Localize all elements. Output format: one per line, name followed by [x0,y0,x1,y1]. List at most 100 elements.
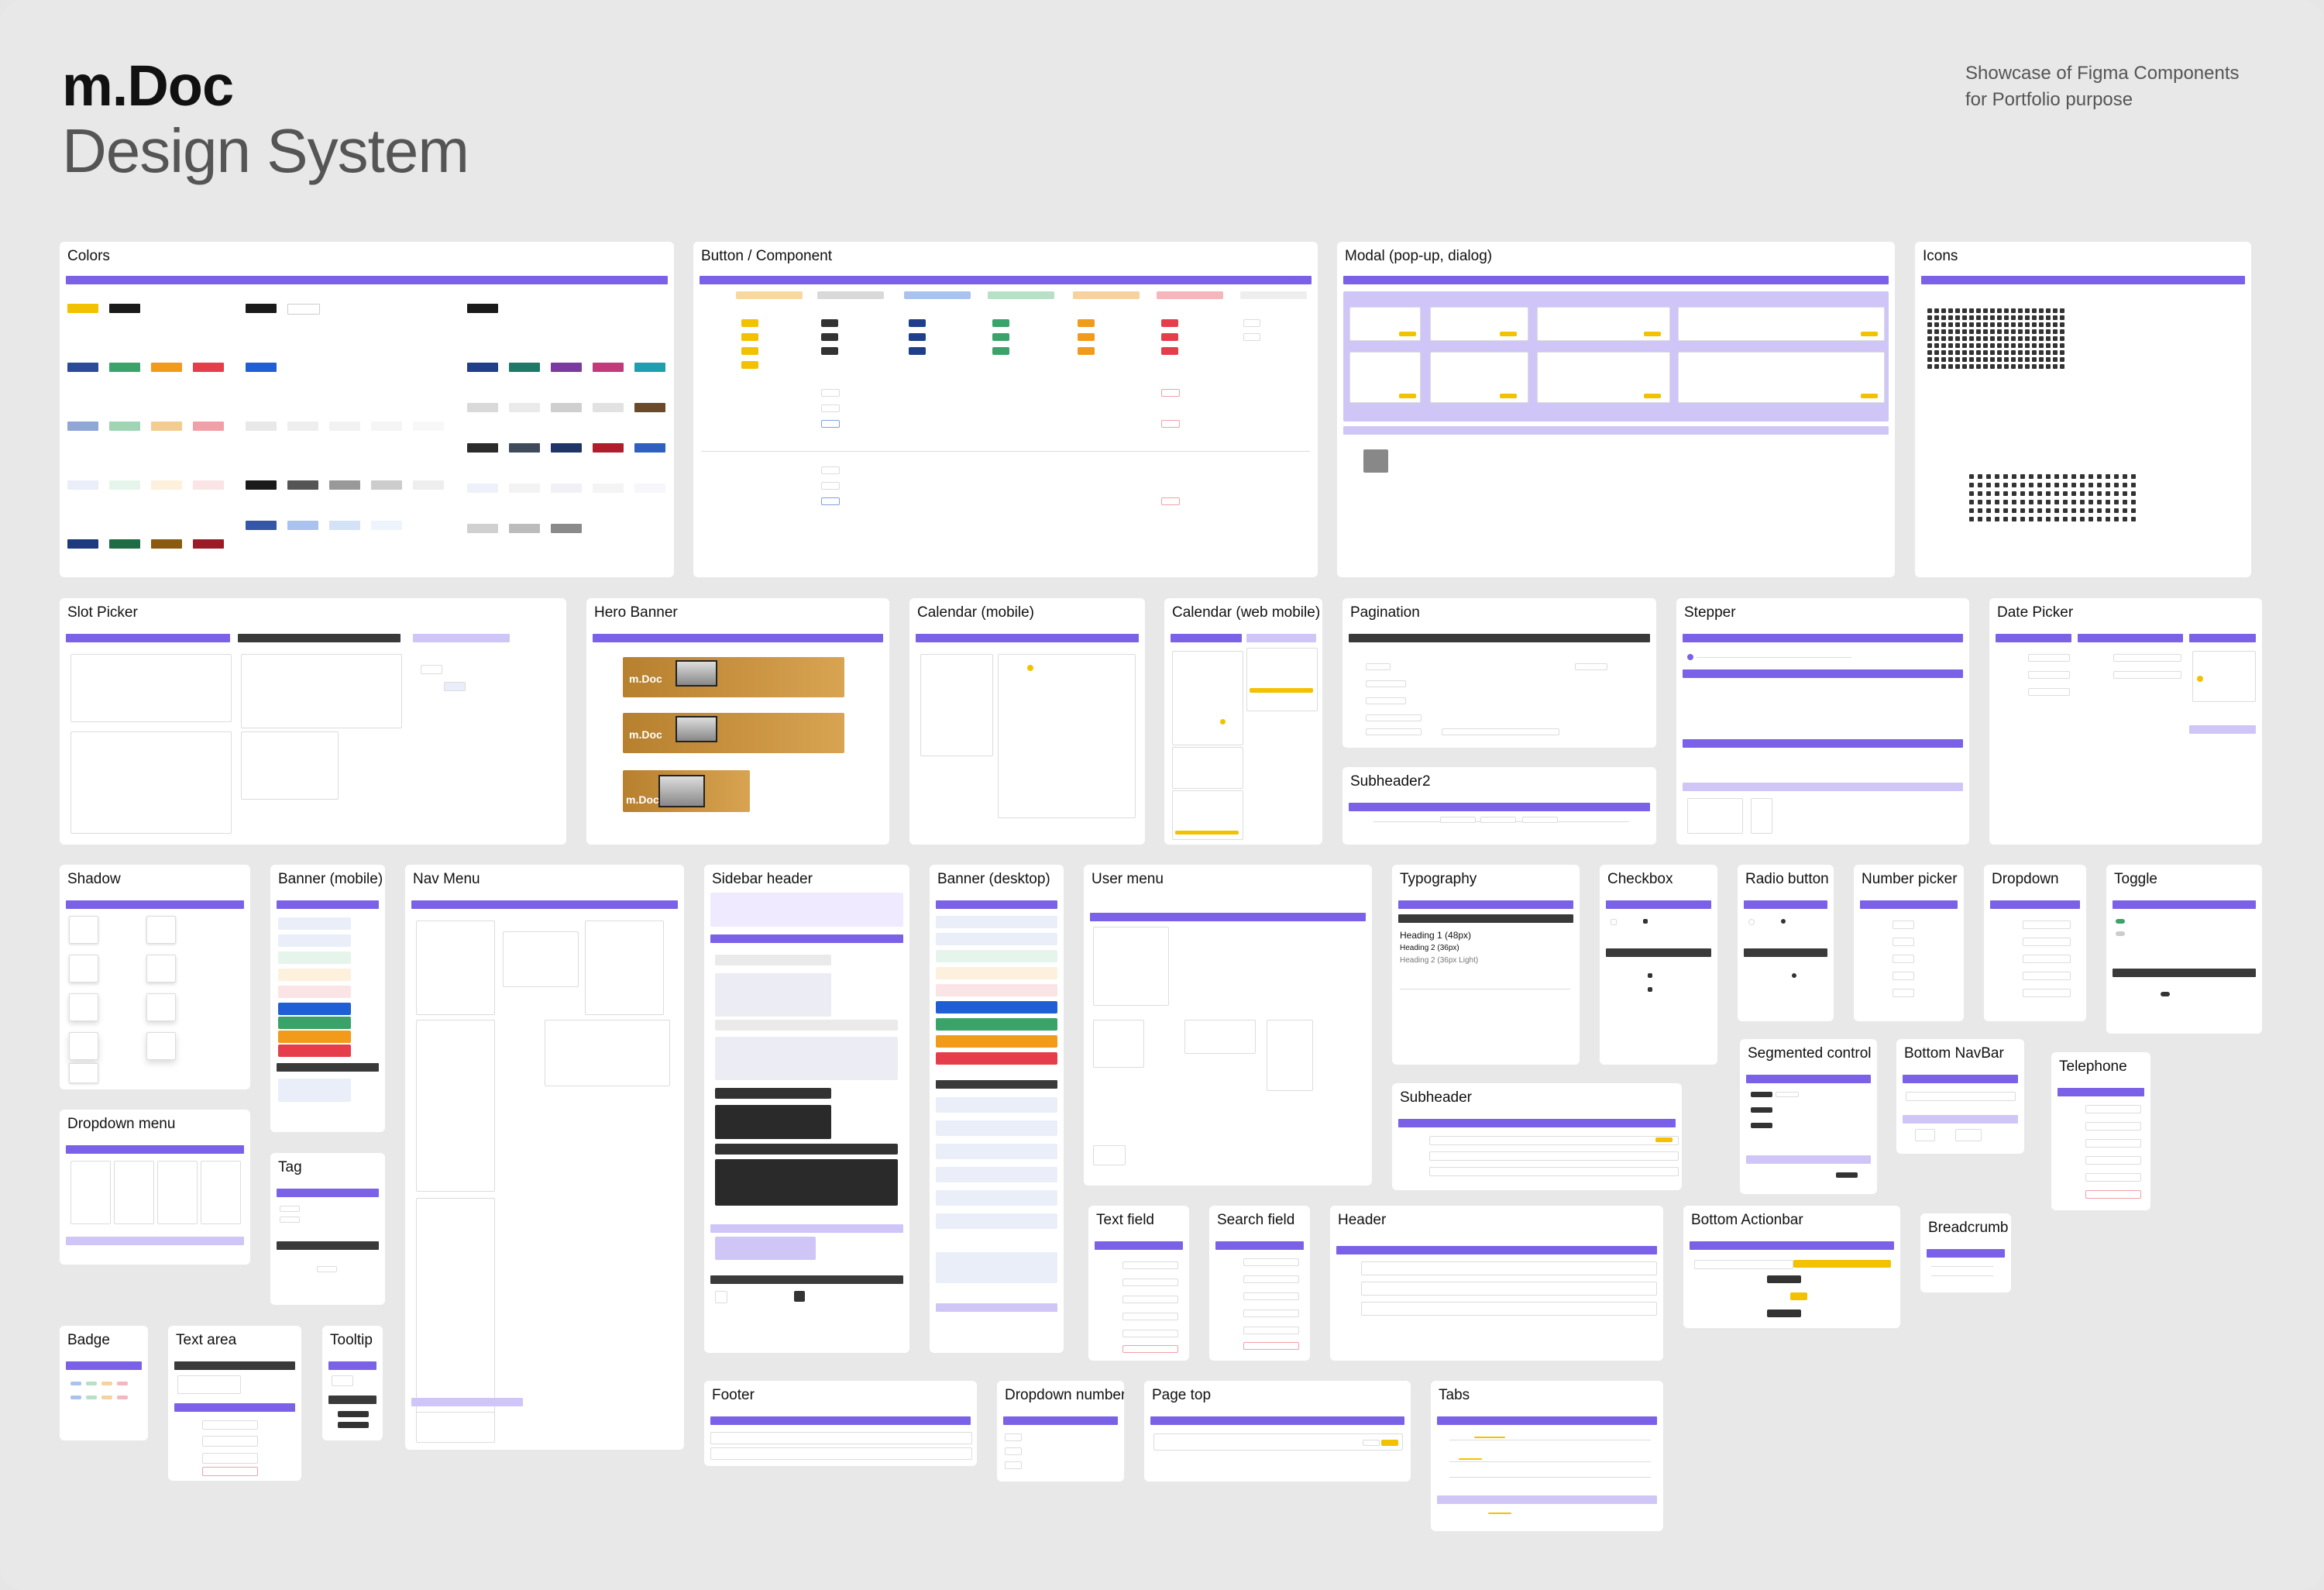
radio-unchecked[interactable] [1748,919,1755,925]
sidebar-header-light-4[interactable] [715,1037,898,1080]
checkbox-variant-2[interactable] [1648,987,1652,992]
text-field-5[interactable] [1122,1330,1178,1337]
calendar-confirm-button[interactable] [1250,688,1313,693]
user-menu-profile[interactable] [1184,1020,1256,1054]
text-area-3[interactable] [202,1453,258,1464]
stepper-card[interactable]: Stepper [1676,598,1969,845]
badge-card[interactable]: Badge [60,1326,148,1440]
btn-primary-4[interactable] [741,361,758,369]
btn-info-2[interactable] [909,333,926,341]
dropdown-menu-4[interactable] [201,1161,241,1224]
colors-card[interactable]: Colors [60,242,674,577]
modal-primary-btn-1[interactable] [1399,332,1416,336]
stepper-variant-2[interactable] [1751,798,1772,834]
calendar-slot-list-1[interactable] [1172,747,1243,789]
date-picker-card[interactable]: Date Picker [1989,598,2262,845]
btn-secondary-1[interactable] [821,319,838,327]
banner-mobile-card[interactable]: Banner (mobile) [270,865,385,1132]
nav-menu-card[interactable]: Nav Menu [405,865,684,1450]
modal-card[interactable]: Modal (pop-up, dialog) [1337,242,1895,577]
search-field-5[interactable] [1243,1327,1299,1334]
shadow-card[interactable]: Shadow [60,865,250,1089]
banner-mobile-error[interactable] [278,986,351,998]
dropdown-menu-3[interactable] [157,1161,198,1224]
search-field-1[interactable] [1243,1258,1299,1266]
search-field-4[interactable] [1243,1310,1299,1317]
banner-mobile-warning[interactable] [278,969,351,981]
calendar-selected-day[interactable] [1027,665,1033,671]
sidebar-header-dark-3[interactable] [715,1144,898,1155]
subheader-row-1[interactable] [1429,1136,1679,1145]
search-field-error[interactable] [1243,1342,1299,1350]
pagination-row-2[interactable] [1366,680,1406,687]
btn-secondary-2[interactable] [821,333,838,341]
slot-option[interactable] [421,665,442,674]
text-area-error[interactable] [202,1467,258,1476]
banner-desktop-variant-4[interactable] [936,1167,1057,1182]
number-picker-5[interactable] [1893,989,1914,997]
user-menu-card[interactable]: User menu [1084,865,1372,1186]
checkbox-unchecked[interactable] [1611,919,1617,925]
modal-primary-btn-3[interactable] [1644,332,1661,336]
date-field-2[interactable] [2028,671,2070,679]
subheader2-tab-3[interactable] [1522,817,1558,823]
btn-error-3[interactable] [1161,347,1178,355]
pagination-row-5[interactable] [1366,728,1422,735]
modal-primary-btn-6[interactable] [1500,394,1517,398]
checkbox-card[interactable]: Checkbox [1600,865,1717,1065]
btn-primary-1[interactable] [741,319,758,327]
bottom-actionbar-card[interactable]: Bottom Actionbar [1683,1206,1900,1328]
search-field-2[interactable] [1243,1275,1299,1283]
date-selected[interactable] [2197,676,2203,682]
bottom-navbar-item-1[interactable] [1915,1129,1935,1141]
search-field-3[interactable] [1243,1292,1299,1300]
calendar-mobile-card[interactable]: Calendar (mobile) [909,598,1145,845]
calendar-slot-confirm[interactable] [1175,831,1239,835]
modal-primary-btn-5[interactable] [1399,394,1416,398]
banner-desktop-variant-6[interactable] [936,1213,1057,1229]
text-area-2[interactable] [202,1436,258,1447]
pagination-card[interactable]: Pagination [1342,598,1656,748]
telephone-field-2[interactable] [2085,1122,2141,1131]
sidebar-header-light-1[interactable] [715,955,831,965]
banner-desktop-success[interactable] [936,950,1057,962]
segment-active-2[interactable] [1751,1107,1772,1113]
text-field-3[interactable] [1122,1296,1178,1303]
pagination-row-7[interactable] [1575,663,1607,670]
btn-success-2[interactable] [992,333,1009,341]
icons-card[interactable]: Icons [1915,242,2251,577]
banner-mobile-green[interactable] [278,1017,351,1029]
segment-variant[interactable] [1836,1172,1858,1178]
btn-info-1[interactable] [909,319,926,327]
sidebar-header-light-3[interactable] [715,1020,898,1031]
calendar-expanded[interactable] [998,654,1136,818]
modal-primary-btn-7[interactable] [1644,394,1661,398]
banner-desktop-variant-3[interactable] [936,1144,1057,1159]
subheader-primary-button[interactable] [1655,1137,1673,1142]
dropdown-menu-2[interactable] [114,1161,154,1224]
dropdown-number-3[interactable] [1005,1461,1022,1469]
calendar-popover[interactable] [1246,648,1318,711]
telephone-card[interactable]: Telephone [2051,1052,2150,1210]
date-field-3[interactable] [2028,688,2070,696]
number-picker-card[interactable]: Number picker [1854,865,1964,1021]
banner-mobile-success[interactable] [278,952,351,964]
dropdown-menu-card[interactable]: Dropdown menu [60,1110,250,1265]
btn-primary-2[interactable] [741,333,758,341]
toggle-variant-1[interactable] [2161,992,2170,996]
btn-success-1[interactable] [992,319,1009,327]
nav-menu-group-6[interactable] [416,1198,495,1424]
bottom-navbar-item-2[interactable] [1955,1129,1982,1141]
breadcrumb-card[interactable]: Breadcrumb [1920,1213,2011,1292]
tabs-card[interactable]: Tabs [1431,1381,1663,1531]
subheader-card[interactable]: Subheader [1392,1083,1682,1190]
banner-desktop-error[interactable] [936,984,1057,996]
nav-menu-group-5[interactable] [545,1020,670,1086]
banner-mobile-orange[interactable] [278,1031,351,1043]
sidebar-header-variant[interactable] [715,1237,816,1260]
btn-outline-3[interactable] [821,420,840,428]
nav-menu-group-1[interactable] [416,921,495,1015]
dropdown-4[interactable] [2023,972,2071,980]
number-picker-3[interactable] [1893,955,1914,963]
btn-outline-error[interactable] [1161,389,1180,397]
